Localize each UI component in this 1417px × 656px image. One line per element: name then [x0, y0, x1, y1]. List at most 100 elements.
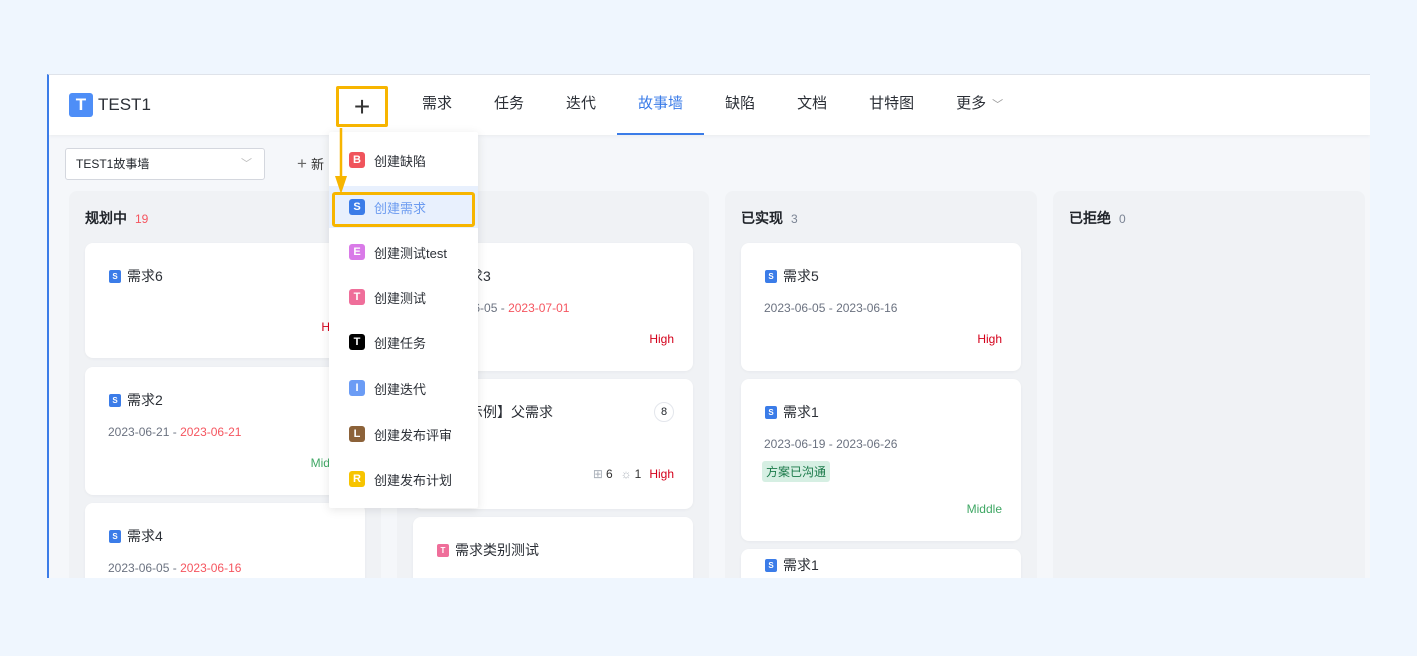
bug-count: 1 — [634, 467, 642, 481]
story-card[interactable]: S需求6 High — [85, 243, 365, 358]
card-title-text: 需求6 — [127, 268, 163, 284]
menu-item-label: 创建缺陷 — [374, 153, 427, 169]
priority-label: High — [649, 467, 674, 481]
card-title-text: 需求1 — [783, 404, 819, 420]
test-type-icon: T — [437, 543, 449, 557]
card-title-text: 需求1 — [783, 557, 819, 573]
create-dropdown-menu: B 创建缺陷 S 创建需求 E 创建测试test T 创建测试 T 创建任务 I 创建迭代 … — [329, 132, 478, 508]
tab-iterations[interactable]: 迭代 — [545, 75, 617, 135]
iteration-icon: I — [349, 380, 365, 396]
tab-tasks[interactable]: 任务 — [473, 75, 545, 135]
card-title-text: 需求4 — [127, 528, 163, 544]
chevron-down-icon: ﹀ — [992, 99, 1004, 111]
project-name: TEST1 — [98, 95, 151, 114]
menu-item-label: 创建任务 — [374, 335, 427, 351]
arrow-down-icon — [335, 128, 347, 194]
new-wall-button[interactable]: + 新 — [297, 154, 324, 174]
top-header: T TEST1 + 需求 任务 迭代 故事墙 缺陷 文档 甘特图 更多 ﹀ — [49, 75, 1370, 135]
column-title: 规划中 — [85, 210, 127, 226]
tab-gantt[interactable]: 甘特图 — [848, 75, 935, 135]
new-label: 新 — [310, 157, 324, 172]
story-type-icon: S — [765, 405, 777, 419]
task-icon: T — [349, 334, 365, 350]
card-meta: ⊞ 6 ☼ 1 High — [593, 467, 674, 481]
tab-story-wall[interactable]: 故事墙 — [617, 75, 705, 135]
story-card[interactable]: T 需求类别测试 — [413, 517, 693, 578]
story-card[interactable]: S 需求4 2023-06-05 - 2023-06-16 — [85, 503, 365, 578]
card-title-text: 需求2 — [127, 392, 163, 408]
highlight-box — [332, 192, 475, 227]
column-implemented: 已实现 3 S 需求5 2023-06-05 - 2023-06-16 High S… — [725, 191, 1037, 578]
tab-more[interactable]: 更多 ﹀ — [935, 75, 1024, 135]
status-tag: 方案已沟通 — [762, 461, 831, 482]
wall-select[interactable]: TEST1故事墙 ﹀ — [65, 148, 265, 180]
child-count-badge: 8 — [654, 402, 674, 422]
priority-label: Middle — [966, 502, 1002, 516]
plus-icon: + — [297, 154, 307, 173]
story-card[interactable]: S 需求1 2023-06-19 - 2023-06-26 方案已沟通 Middl… — [741, 379, 1021, 541]
card-dates: 2023-06-05 - 2023-06-16 — [764, 301, 898, 315]
end-date: 2023-07-01 — [508, 301, 570, 315]
menu-item-create-test[interactable]: T 创建测试 — [329, 276, 478, 318]
menu-item-create-task[interactable]: T 创建任务 — [329, 321, 478, 363]
column-header: 规划中 19 — [85, 208, 148, 228]
card-dates: 2023-06-19 - 2023-06-26 — [764, 437, 898, 451]
tab-docs[interactable]: 文档 — [776, 75, 848, 135]
start-date: 2023-06-05 — [108, 561, 170, 575]
plus-icon: + — [353, 90, 371, 122]
column-header: 已实现 3 — [741, 208, 798, 228]
story-type-icon: S — [765, 558, 777, 572]
column-count: 0 — [1119, 212, 1126, 226]
toolbar: TEST1故事墙 ﹀ + 新 — [65, 148, 324, 180]
card-title: S 需求5 — [765, 266, 819, 286]
menu-item-create-defect[interactable]: B 创建缺陷 — [329, 139, 478, 181]
menu-item-label: 创建迭代 — [374, 381, 427, 397]
app-window: T TEST1 + 需求 任务 迭代 故事墙 缺陷 文档 甘特图 更多 ﹀ TES… — [47, 74, 1370, 578]
menu-item-label: 创建测试test — [374, 245, 447, 261]
menu-item-label: 创建发布计划 — [374, 472, 453, 488]
project-logo[interactable]: T TEST1 — [69, 93, 151, 117]
menu-item-create-release-review[interactable]: L 创建发布评审 — [329, 413, 478, 455]
story-card[interactable]: S 需求5 2023-06-05 - 2023-06-16 High — [741, 243, 1021, 371]
story-type-icon: S — [765, 269, 777, 283]
card-title: S 需求2 — [109, 390, 163, 410]
card-dates: 2023-06-05 - 2023-06-16 — [108, 561, 242, 575]
story-type-icon: S — [109, 393, 121, 407]
release-plan-icon: R — [349, 471, 365, 487]
start-date: 2023-06-21 — [108, 425, 170, 439]
create-button[interactable]: + — [336, 86, 388, 127]
tab-requirements[interactable]: 需求 — [401, 75, 473, 135]
test-type-icon: E — [349, 244, 365, 260]
column-title: 已实现 — [741, 210, 783, 226]
end-date: 2023-06-16 — [836, 301, 898, 315]
start-date: 2023-06-05 — [764, 301, 826, 315]
column-count: 19 — [135, 212, 149, 226]
menu-item-label: 创建测试 — [374, 290, 427, 306]
column-header: 已拒绝 0 — [1069, 208, 1126, 228]
card-title: S 需求6 — [109, 266, 163, 286]
menu-item-create-test-test[interactable]: E 创建测试test — [329, 231, 478, 273]
end-date: 2023-06-21 — [180, 425, 242, 439]
menu-item-create-release-plan[interactable]: R 创建发布计划 — [329, 458, 478, 500]
menu-item-create-iteration[interactable]: I 创建迭代 — [329, 367, 478, 409]
wall-select-value: TEST1故事墙 — [76, 157, 150, 171]
story-card[interactable]: S 需求1 — [741, 549, 1021, 578]
tab-defects[interactable]: 缺陷 — [704, 75, 776, 135]
priority-label: High — [649, 332, 674, 346]
chevron-down-icon: ﹀ — [241, 158, 252, 170]
priority-label: High — [977, 332, 1002, 346]
menu-item-label: 创建发布评审 — [374, 427, 453, 443]
project-icon: T — [69, 93, 93, 117]
card-title: S 需求1 — [765, 555, 819, 575]
card-title: S 需求4 — [109, 526, 163, 546]
column-rejected: 已拒绝 0 — [1053, 191, 1365, 578]
column-count: 3 — [791, 212, 798, 226]
card-title-text: 需求5 — [783, 268, 819, 284]
story-type-icon: S — [109, 269, 121, 283]
defect-icon: B — [349, 152, 365, 168]
tab-more-label: 更多 — [956, 95, 987, 112]
story-card[interactable]: S需求2 2023-06-21 - 2023-06-21 Middle — [85, 367, 365, 495]
card-title: T 需求类别测试 — [437, 540, 539, 560]
bug-icon: ☼ — [620, 467, 632, 481]
column-title: 已拒绝 — [1069, 210, 1111, 226]
